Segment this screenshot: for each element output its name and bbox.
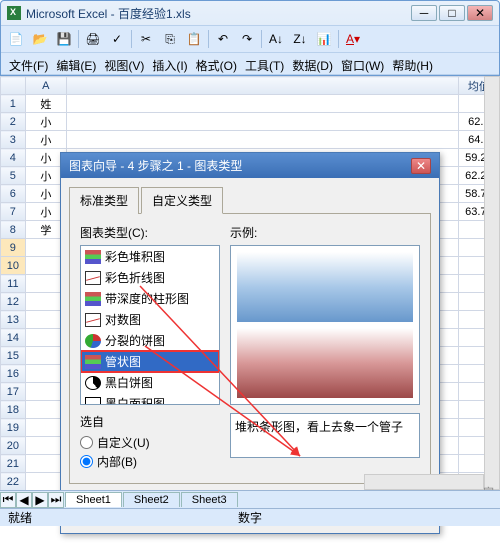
statusbar: 就绪 数字: [0, 508, 500, 526]
menu-edit[interactable]: 编辑(E): [52, 55, 100, 72]
worksheet[interactable]: A均值 1姓 2小62.5 3小64.5 4小59.25 5小62.25 6小5…: [0, 76, 500, 526]
font-color-icon[interactable]: A▾: [342, 28, 364, 50]
sheet-tab[interactable]: Sheet3: [181, 492, 238, 507]
row-header[interactable]: 19: [1, 419, 26, 437]
menu-help[interactable]: 帮助(H): [388, 55, 437, 72]
tab-nav-next[interactable]: ▶: [32, 492, 48, 508]
list-item: 彩色折线图: [81, 267, 219, 288]
sort-desc-icon[interactable]: Z↓: [289, 28, 311, 50]
sheet-tabs: ⏮ ◀ ▶ ⏭ Sheet1 Sheet2 Sheet3: [0, 490, 500, 508]
spellcheck-icon[interactable]: ✓: [106, 28, 128, 50]
pie-chart-icon: [85, 334, 101, 348]
row-header[interactable]: 9: [1, 239, 26, 257]
sheet-tab[interactable]: Sheet2: [123, 492, 180, 507]
tab-nav-prev[interactable]: ◀: [16, 492, 32, 508]
dialog-title: 图表向导 - 4 步骤之 1 - 图表类型: [69, 157, 411, 174]
line-chart-icon: [85, 271, 101, 285]
chart-type-label: 图表类型(C):: [80, 224, 220, 241]
list-item-selected: 管状图: [81, 351, 219, 372]
sheet-tab[interactable]: Sheet1: [65, 492, 122, 507]
row-header[interactable]: 16: [1, 365, 26, 383]
stacked-chart-icon: [85, 250, 101, 264]
list-item: 带深度的柱形图: [81, 288, 219, 309]
list-item: 分裂的饼图: [81, 330, 219, 351]
dialog-titlebar[interactable]: 图表向导 - 4 步骤之 1 - 图表类型 ✕: [61, 153, 439, 178]
chart-icon[interactable]: 📊: [313, 28, 335, 50]
open-icon[interactable]: 📂: [29, 28, 51, 50]
row-header[interactable]: 8: [1, 221, 26, 239]
row-header[interactable]: 11: [1, 275, 26, 293]
horizontal-scrollbar[interactable]: [364, 474, 484, 490]
row-header[interactable]: 10: [1, 257, 26, 275]
window-titlebar: Microsoft Excel - 百度经验1.xls ─ □ ✕: [1, 1, 499, 25]
row-header[interactable]: 20: [1, 437, 26, 455]
log-chart-icon: [85, 313, 101, 327]
menu-insert[interactable]: 插入(I): [148, 55, 191, 72]
chart-preview: [230, 245, 420, 405]
row-header[interactable]: 14: [1, 329, 26, 347]
list-item: 对数图: [81, 309, 219, 330]
menubar: 文件(F) 编辑(E) 视图(V) 插入(I) 格式(O) 工具(T) 数据(D…: [1, 53, 499, 75]
minimize-button[interactable]: ─: [411, 5, 437, 21]
row-header[interactable]: 13: [1, 311, 26, 329]
row-header[interactable]: 3: [1, 131, 26, 149]
column-chart-icon: [85, 292, 101, 306]
paste-icon[interactable]: 📋: [183, 28, 205, 50]
menu-file[interactable]: 文件(F): [5, 55, 52, 72]
radio-custom[interactable]: 自定义(U): [80, 434, 220, 451]
bw-pie-icon: [85, 376, 101, 390]
menu-window[interactable]: 窗口(W): [337, 55, 388, 72]
menu-format[interactable]: 格式(O): [192, 55, 241, 72]
source-label: 选自: [80, 413, 220, 430]
menu-view[interactable]: 视图(V): [100, 55, 148, 72]
window-title: Microsoft Excel - 百度经验1.xls: [26, 5, 411, 22]
vertical-scrollbar[interactable]: [484, 76, 500, 490]
new-file-icon[interactable]: 📄: [5, 28, 27, 50]
radio-builtin[interactable]: 内部(B): [80, 453, 220, 470]
list-item: 黑白饼图: [81, 372, 219, 393]
list-item: 黑白面积图: [81, 393, 219, 405]
tab-standard-types[interactable]: 标准类型: [69, 187, 139, 214]
menu-data[interactable]: 数据(D): [288, 55, 337, 72]
list-item: 彩色堆积图: [81, 246, 219, 267]
tab-custom-types[interactable]: 自定义类型: [141, 187, 223, 214]
row-header[interactable]: 1: [1, 95, 26, 113]
cut-icon[interactable]: ✂: [135, 28, 157, 50]
maximize-button[interactable]: □: [439, 5, 465, 21]
col-header[interactable]: A: [25, 77, 66, 95]
close-button[interactable]: ✕: [467, 5, 493, 21]
tab-nav-first[interactable]: ⏮: [0, 492, 16, 508]
row-header[interactable]: 15: [1, 347, 26, 365]
row-header[interactable]: 22: [1, 473, 26, 491]
menu-tools[interactable]: 工具(T): [241, 55, 288, 72]
toolbar: 📄 📂 💾 🖨 ✓ ✂ ⎘ 📋 ↶ ↷ A↓ Z↓ 📊 A▾: [1, 25, 499, 53]
tube-chart-icon: [85, 355, 101, 369]
chart-description: 堆积条形图，看上去象一个管子: [230, 413, 420, 458]
row-header[interactable]: 6: [1, 185, 26, 203]
row-header[interactable]: 18: [1, 401, 26, 419]
bw-area-icon: [85, 397, 101, 406]
chart-type-list[interactable]: 彩色堆积图 彩色折线图 带深度的柱形图 对数图 分裂的饼图 管状图 黑白饼图 黑…: [80, 245, 220, 405]
row-header[interactable]: 4: [1, 149, 26, 167]
sort-asc-icon[interactable]: A↓: [265, 28, 287, 50]
redo-icon[interactable]: ↷: [236, 28, 258, 50]
save-icon[interactable]: 💾: [53, 28, 75, 50]
row-header[interactable]: 5: [1, 167, 26, 185]
row-header[interactable]: 2: [1, 113, 26, 131]
sample-label: 示例:: [230, 224, 420, 241]
row-header[interactable]: 12: [1, 293, 26, 311]
excel-icon: [7, 6, 21, 20]
print-icon[interactable]: 🖨: [82, 28, 104, 50]
row-header[interactable]: 21: [1, 455, 26, 473]
dialog-close-button[interactable]: ✕: [411, 158, 431, 174]
status-ready: 就绪: [8, 509, 32, 526]
status-mode: 数字: [238, 509, 262, 526]
row-header[interactable]: 17: [1, 383, 26, 401]
undo-icon[interactable]: ↶: [212, 28, 234, 50]
row-header[interactable]: 7: [1, 203, 26, 221]
copy-icon[interactable]: ⎘: [159, 28, 181, 50]
tab-nav-last[interactable]: ⏭: [48, 492, 64, 508]
